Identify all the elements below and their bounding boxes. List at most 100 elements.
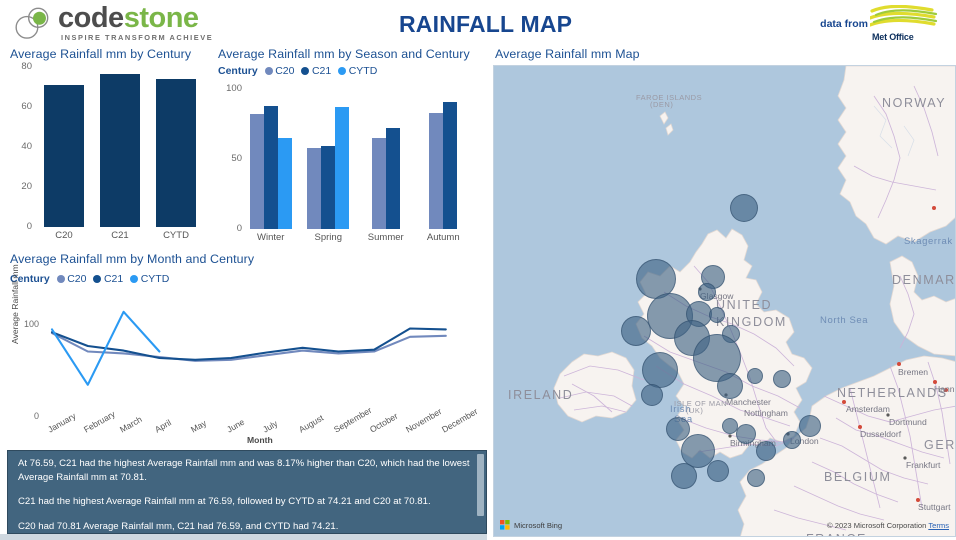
chart3-x-axis-title: Month xyxy=(247,435,273,445)
map-label--uk-: (UK) xyxy=(686,406,704,415)
chart2-bar-autumn-c20[interactable] xyxy=(429,112,444,229)
map-bubble-19[interactable] xyxy=(736,424,756,444)
legend-label-cytd: CYTD xyxy=(140,273,170,285)
codestone-logo-icon xyxy=(15,7,49,39)
met-office-name: Met Office xyxy=(872,32,914,42)
map-card[interactable]: Average Rainfall mm Map NORWAY DENMAR UN… xyxy=(487,45,956,540)
chart2-legend: Century C20 C21 CYTD xyxy=(218,65,380,77)
chart3-line-c21[interactable] xyxy=(50,327,447,361)
narrative-scrollbar[interactable] xyxy=(477,454,484,516)
chart2-bar-winter-c21[interactable] xyxy=(263,105,278,229)
chart2-y-tick: 50 xyxy=(231,153,242,164)
chart3-x-tick-july: July xyxy=(260,418,280,435)
chart2-bar-spring-c21[interactable] xyxy=(321,146,336,229)
map-city-hann: Hann xyxy=(934,384,955,394)
map-bubble-13[interactable] xyxy=(641,384,663,406)
chart3-x-tick-may: May xyxy=(189,417,209,435)
narrative-text: At 76.59, C21 had the highest Average Ra… xyxy=(18,457,470,533)
map-bubble-26[interactable] xyxy=(671,463,697,489)
map-label-belgium: BELGIUM xyxy=(824,470,892,484)
map-label-skagerrak: Skagerrak xyxy=(904,236,953,247)
chart2-y-tick: 100 xyxy=(226,83,242,94)
map-bubble-4[interactable] xyxy=(698,283,716,301)
legend-dot-c20 xyxy=(264,67,273,75)
legend-dot-c21 xyxy=(93,275,102,283)
map-bubble-6[interactable] xyxy=(621,316,651,346)
legend-label-cytd: CYTD xyxy=(348,65,378,77)
met-office-logo: Met Office xyxy=(870,5,956,43)
narrative-paragraph-1: At 76.59, C21 had the highest Average Ra… xyxy=(18,458,470,483)
legend-item-cytd[interactable]: CYTD xyxy=(130,273,169,285)
map-bubble-21[interactable] xyxy=(707,460,729,482)
microsoft-logo-icon xyxy=(500,520,510,530)
bing-credit: Microsoft Bing xyxy=(500,520,562,530)
map-bubble-23[interactable] xyxy=(783,431,801,449)
map-copyright: © 2023 Microsoft Corporation xyxy=(827,521,927,530)
chart1-x-tick-c21: C21 xyxy=(111,230,129,241)
legend-item-c20[interactable]: C20 xyxy=(264,65,294,77)
legend-item-c21[interactable]: C21 xyxy=(301,65,331,77)
data-from-label: data from xyxy=(820,18,868,30)
chart3-legend: Century C20 C21 CYTD xyxy=(10,273,172,285)
map-city-dusseldorf: Dusseldorf xyxy=(860,429,902,439)
chart1-bar-c21[interactable] xyxy=(100,73,140,227)
chart-average-rainfall-by-century[interactable]: Average Rainfall mm by Century 0 20 40 60 80… xyxy=(0,45,212,250)
map-bubble-16[interactable] xyxy=(773,370,791,388)
map-city-nottingham: Nottingham xyxy=(744,408,788,418)
chart3-y-tick: 100 xyxy=(23,318,39,329)
bing-provider-label: Microsoft Bing xyxy=(514,520,563,530)
chart2-bar-spring-c20[interactable] xyxy=(307,147,322,229)
legend-dot-c21 xyxy=(301,67,310,75)
codestone-logo: codestone INSPIRE TRANSFORM ACHIEVE xyxy=(14,4,213,41)
chart1-plot: 0 20 40 60 80 C20 C21 CYTD xyxy=(21,62,204,241)
chart2-bar-summer-c20[interactable] xyxy=(371,138,386,229)
map-city-bremen: Bremen xyxy=(898,367,929,377)
met-office-wave-icon xyxy=(870,5,938,27)
map-bubble-25[interactable] xyxy=(747,469,765,487)
map-bubble-14[interactable] xyxy=(717,373,743,399)
chart2-bar-winter-cytd[interactable] xyxy=(277,138,292,229)
chart2-x-tick-autumn: Autumn xyxy=(426,232,460,243)
chart1-y-tick: 80 xyxy=(21,61,32,72)
map-city-dortmund: Dortmund xyxy=(889,417,927,427)
chart2-y-tick: 0 xyxy=(236,223,242,234)
chart-average-rainfall-by-season-and-century[interactable]: Average Rainfall mm by Season and Centur… xyxy=(212,45,487,250)
legend-item-cytd[interactable]: CYTD xyxy=(338,65,377,77)
chart2-bar-spring-cytd[interactable] xyxy=(335,107,350,229)
map-bubble-8[interactable] xyxy=(709,307,725,323)
map-terms-link[interactable]: Terms xyxy=(928,521,949,530)
chart2-x-tick-spring: Spring xyxy=(314,232,342,243)
map-label-denmark: DENMARK xyxy=(892,273,956,287)
legend-dot-cytd xyxy=(338,67,347,75)
chart1-y-tick: 0 xyxy=(26,221,32,232)
chart3-line-cytd[interactable] xyxy=(50,310,161,386)
chart2-bar-autumn-c21[interactable] xyxy=(443,101,458,229)
legend-title: Century xyxy=(218,65,258,77)
legend-label-c21: C21 xyxy=(103,273,124,285)
chart2-bar-summer-c21[interactable] xyxy=(385,128,400,229)
map-bubble-24[interactable] xyxy=(799,415,821,437)
map-label-north-sea: North Sea xyxy=(820,315,869,326)
logo-word-stone: stone xyxy=(123,2,199,34)
chart1-x-tick-cytd: CYTD xyxy=(163,230,189,241)
map-bubble-15[interactable] xyxy=(747,368,763,384)
legend-item-c21[interactable]: C21 xyxy=(93,273,123,285)
chart2-title: Average Rainfall mm by Season and Centur… xyxy=(218,47,470,61)
chart1-bar-c20[interactable] xyxy=(44,85,84,227)
chart1-y-tick: 60 xyxy=(21,101,32,112)
map-bubble-22[interactable] xyxy=(756,441,776,461)
chart1-y-tick: 20 xyxy=(21,181,32,192)
map-label-ireland: IRELAND xyxy=(508,388,574,402)
legend-label-c20: C20 xyxy=(67,273,87,285)
chart2-x-tick-winter: Winter xyxy=(257,232,285,243)
legend-item-c20[interactable]: C20 xyxy=(56,273,87,285)
chart-average-rainfall-by-month-and-century[interactable]: Average Rainfall mm by Month and Century… xyxy=(0,250,487,448)
page-title: RAINFALL MAP xyxy=(399,11,573,37)
chart2-bar-winter-c20[interactable] xyxy=(249,114,264,229)
logo-word-code: code xyxy=(58,2,124,34)
bing-map[interactable]: NORWAYDENMARKUNITEDKINGDOMIRELANDNETHERL… xyxy=(493,65,956,537)
map-bubble-12[interactable] xyxy=(642,352,678,388)
map-bubble-1[interactable] xyxy=(730,194,758,222)
chart1-bar-cytd[interactable] xyxy=(156,78,196,227)
smart-narrative-panel[interactable]: At 76.59, C21 had the highest Average Ra… xyxy=(7,450,487,534)
